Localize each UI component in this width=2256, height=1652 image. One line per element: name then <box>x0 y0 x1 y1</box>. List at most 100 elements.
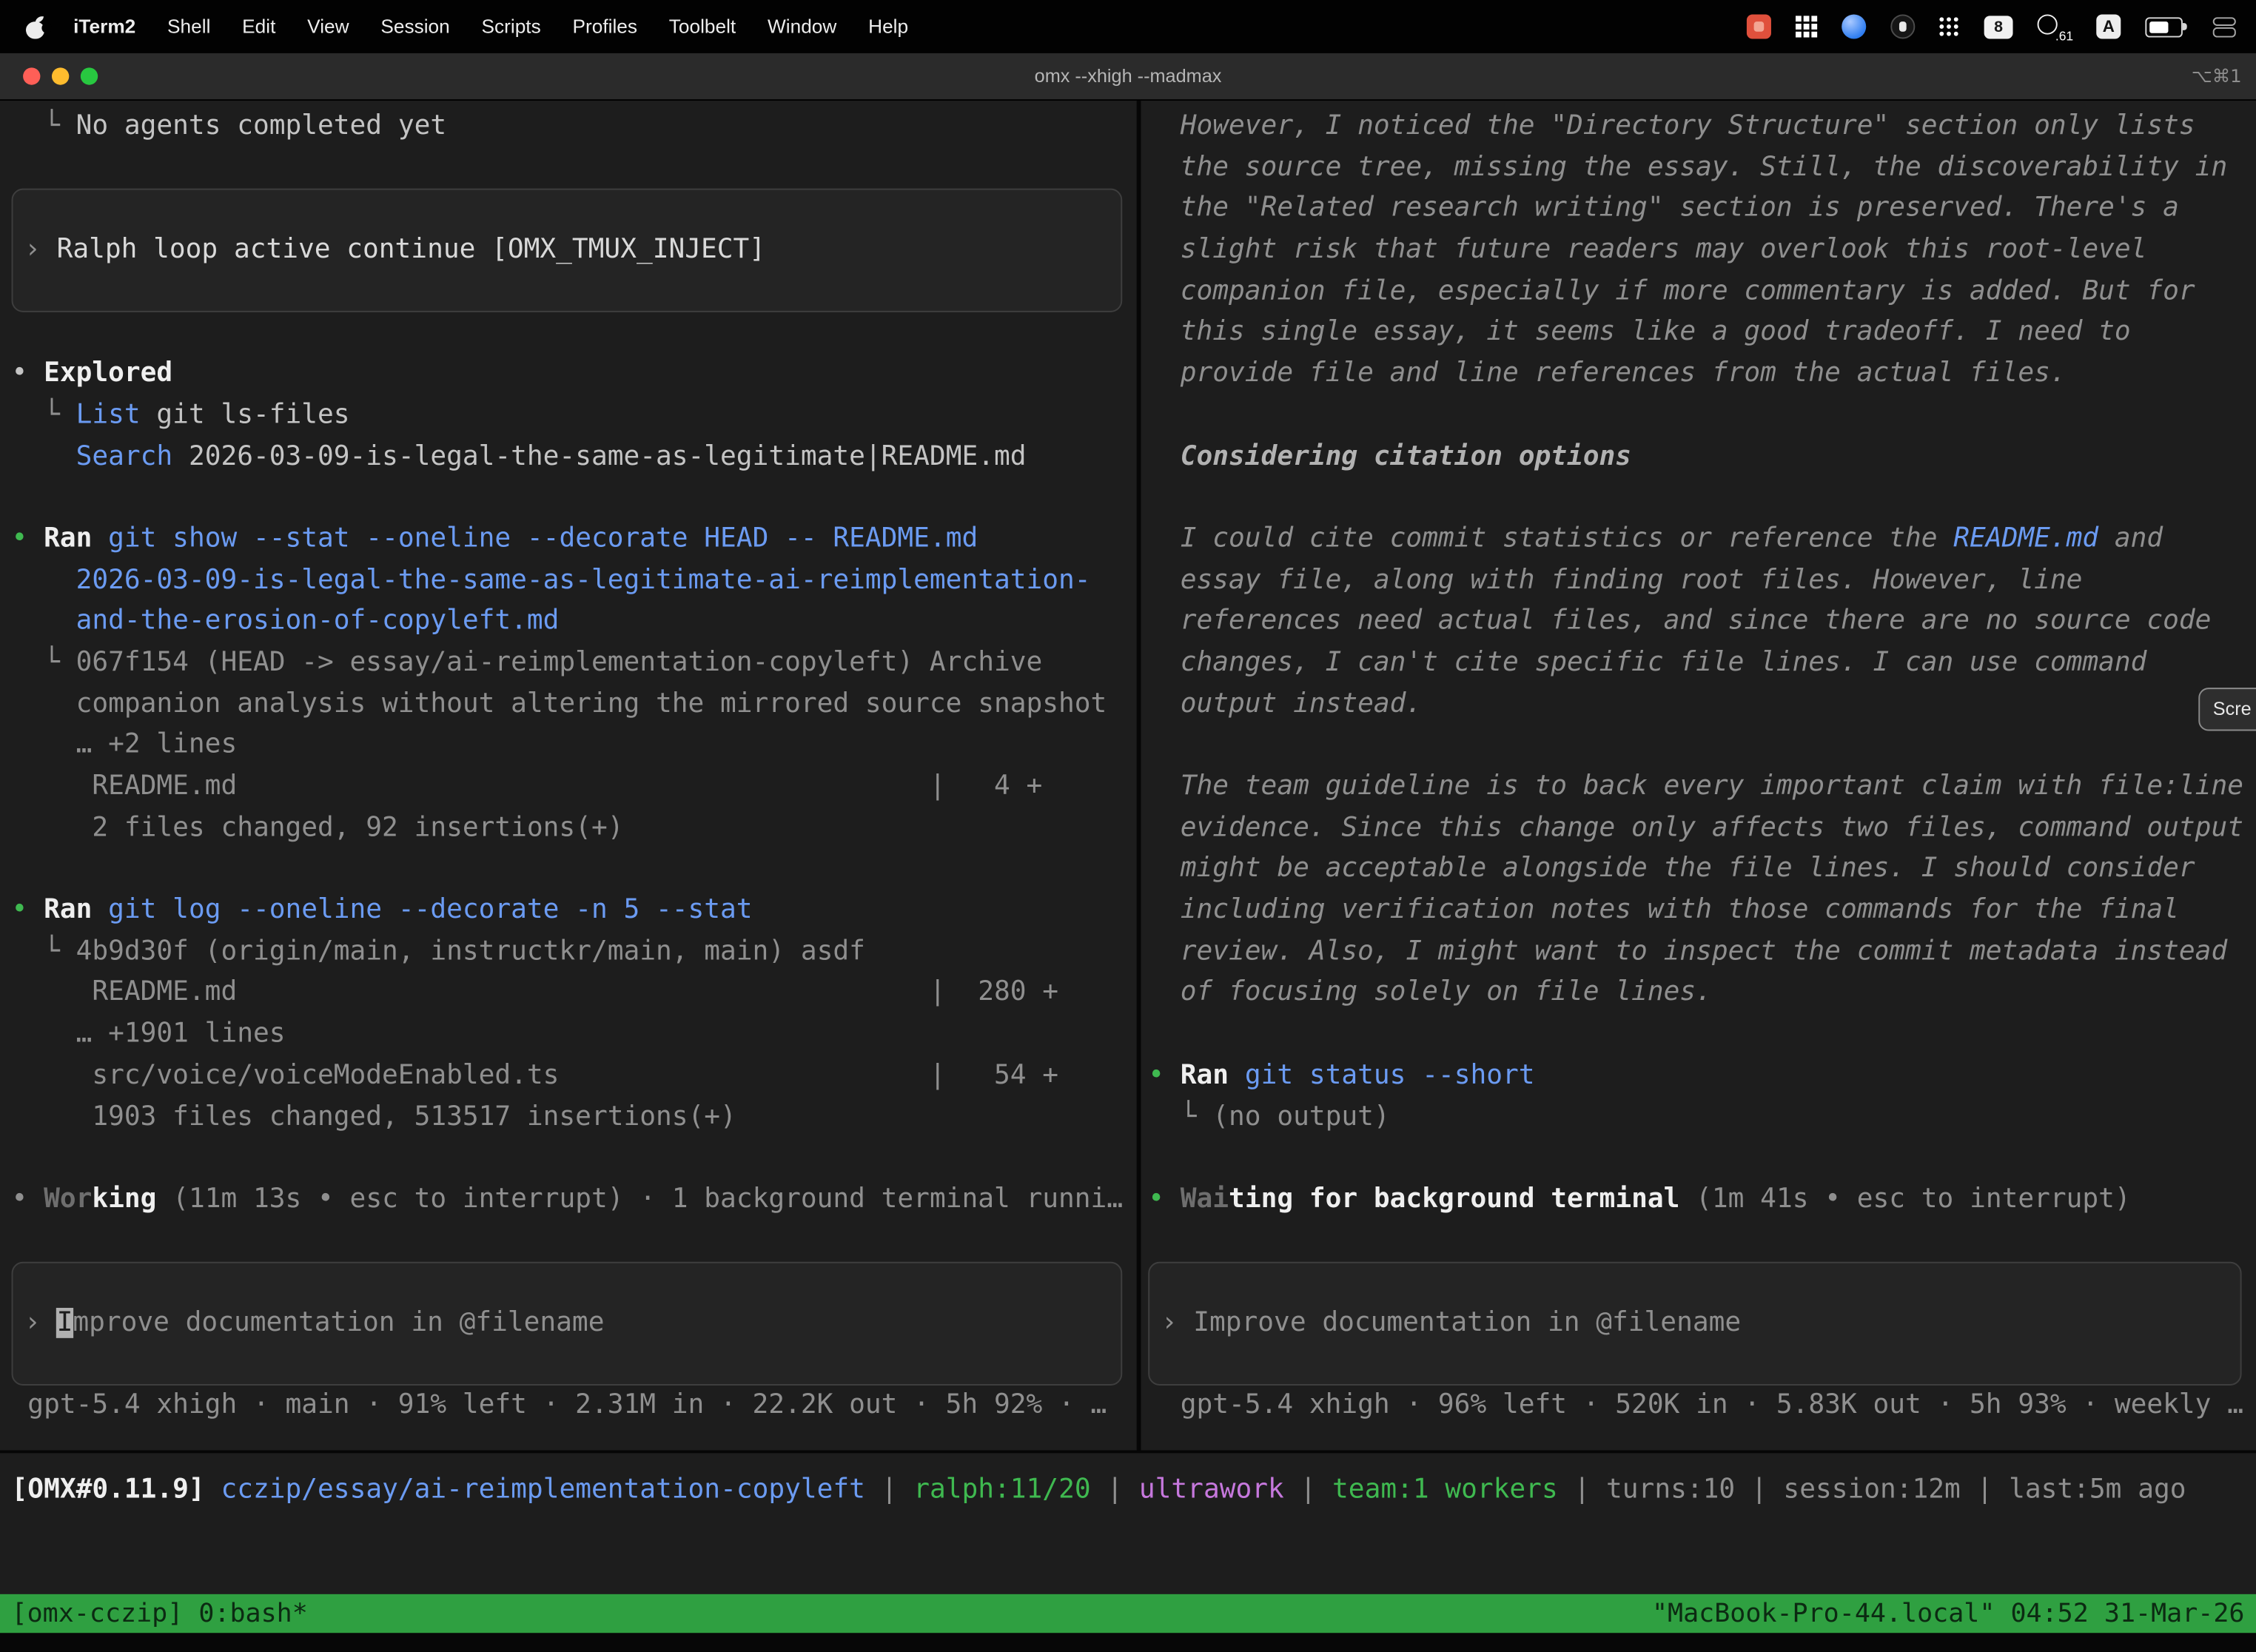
terminal-line: gpt-5.4 xhigh · 96% left · 520K in · 5.8… <box>1148 1386 2256 1428</box>
menu-item-session[interactable]: Session <box>365 16 466 37</box>
terminal-line: … +1901 lines <box>12 1015 1137 1056</box>
text-segment: | <box>1091 1474 1139 1505</box>
terminal-line: references need actual files, and since … <box>1148 602 2256 643</box>
menu-item-toolbelt[interactable]: Toolbelt <box>653 16 751 37</box>
bottom-strip <box>0 1633 2256 1651</box>
menu-item-app[interactable]: iTerm2 <box>58 16 152 37</box>
text-segment: might be acceptable alongside the file l… <box>1148 853 2195 884</box>
menu-item-view[interactable]: View <box>292 16 365 37</box>
text-segment: the source tree, missing the essay. Stil… <box>1148 152 2227 182</box>
text-segment: git show --stat --oneline --decorate HEA… <box>92 523 978 554</box>
terminal-line <box>12 1221 1137 1263</box>
text-segment: 2 files changed, 92 insertions(+) <box>12 813 624 843</box>
terminal-line: However, I noticed the "Directory Struct… <box>1148 107 2256 148</box>
terminal-line: changes, I can't cite specific file line… <box>1148 643 2256 685</box>
dark-app-icon[interactable] <box>1890 14 1915 38</box>
terminal-line: › Improve documentation in @filename <box>24 1303 604 1345</box>
text-segment: Explored <box>44 358 172 389</box>
text-segment: evidence. Since this change only affects… <box>1148 813 2243 843</box>
terminal-line: └ 4b9d30f (origin/main, instructkr/main,… <box>12 932 1137 973</box>
text-segment: • <box>12 1184 44 1215</box>
terminal-line: slight risk that future readers may over… <box>1148 230 2256 272</box>
text-segment: src/voice/voiceModeEnabled.ts | 54 + <box>12 1060 1058 1090</box>
terminal-line: this single essay, it seems like a good … <box>1148 313 2256 355</box>
input-source-icon[interactable]: A <box>2096 14 2121 38</box>
menu-item-help[interactable]: Help <box>853 16 924 37</box>
window-title: omx --xhigh --madmax <box>0 53 2256 99</box>
terminal-line: the source tree, missing the essay. Stil… <box>1148 148 2256 189</box>
menu-item-profiles[interactable]: Profiles <box>557 16 653 37</box>
terminal-line: Search 2026-03-09-is-legal-the-same-as-l… <box>12 437 1137 478</box>
text-segment: of focusing solely on file lines. <box>1148 978 1712 1008</box>
menu-item-scripts[interactable]: Scripts <box>466 16 557 37</box>
text-segment: | <box>1735 1474 1783 1505</box>
terminal-area: └ No agents completed yet› Ralph loop ac… <box>0 101 2256 1652</box>
blue-app-icon[interactable] <box>1842 14 1866 38</box>
text-segment: The team guideline is to back every impo… <box>1148 771 2243 802</box>
text-segment: including verification notes with those … <box>1148 895 2179 925</box>
text-segment: review. Also, I might want to inspect th… <box>1148 936 2227 967</box>
terminal-line: 1903 files changed, 513517 insertions(+) <box>12 1097 1137 1138</box>
apple-menu-icon[interactable] <box>26 15 46 38</box>
text-segment: git log --oneline --decorate -n 5 --stat <box>92 895 752 925</box>
text-segment: session:12m <box>1783 1474 1960 1505</box>
text-segment: › Improve documentation in @filename <box>1161 1308 1741 1338</box>
dots-grid-icon[interactable] <box>1939 16 1959 36</box>
text-segment: ultrawork <box>1139 1474 1284 1505</box>
terminal-line: › Improve documentation in @filename <box>1161 1303 1741 1345</box>
gauge-icon[interactable]: .61 <box>2038 13 2072 40</box>
screenshot-toast[interactable]: Scre <box>2198 688 2256 731</box>
terminal-line <box>12 850 1137 891</box>
terminal-line: I could cite commit statistics or refere… <box>1148 520 2256 561</box>
menu-item-shell[interactable]: Shell <box>152 16 226 37</box>
terminal-line: companion analysis without altering the … <box>12 685 1137 726</box>
terminal-line: 2026-03-09-is-legal-the-same-as-legitima… <box>12 560 1137 602</box>
text-segment: gpt-5.4 xhigh · 96% left · 520K in · 5.8… <box>1148 1390 2243 1420</box>
text-segment: README.md | 280 + <box>12 978 1058 1008</box>
prompt-input-box[interactable]: › Improve documentation in @filename <box>1148 1262 2241 1386</box>
text-segment: › <box>24 1308 57 1338</box>
text-segment <box>205 1474 221 1505</box>
text-segment: └ 067f154 (HEAD -> essay/ai-reimplementa… <box>12 648 1043 678</box>
text-segment: Ran <box>44 895 92 925</box>
menu-item-window[interactable]: Window <box>752 16 853 37</box>
menu-bar-status-icons: 8 .61 A <box>1747 13 2236 40</box>
screen: iTerm2 Shell Edit View Session Scripts P… <box>0 0 2256 1652</box>
text-segment: 2026-03-09-is-legal-the-same-as-legitima… <box>172 441 1026 471</box>
recording-indicator-icon[interactable] <box>1747 14 1771 38</box>
grid-icon[interactable] <box>1796 16 1817 37</box>
text-segment: └ <box>12 400 76 430</box>
terminal-line <box>12 478 1137 520</box>
control-center-icon[interactable] <box>2213 16 2236 36</box>
terminal-line: provide file and line references from th… <box>1148 354 2256 395</box>
tmux-session-window[interactable]: [omx-cczip] 0:bash* <box>12 1594 308 1633</box>
terminal-line: review. Also, I might want to inspect th… <box>1148 932 2256 973</box>
text-segment: | <box>1284 1474 1332 1505</box>
text-segment: › <box>24 235 57 265</box>
terminal-line: • Ran git status --short <box>1148 1055 2256 1097</box>
terminal-line: companion file, especially if more comme… <box>1148 272 2256 313</box>
prompt-input-box[interactable]: › Improve documentation in @filename <box>12 1262 1123 1386</box>
terminal-line: including verification notes with those … <box>1148 890 2256 932</box>
terminal-line <box>12 148 1137 189</box>
right-terminal-pane[interactable]: However, I noticed the "Directory Struct… <box>1141 101 2256 1450</box>
tmux-host-clock: "MacBook-Pro-44.local" 04:52 31-Mar-26 <box>1652 1594 2245 1633</box>
text-segment: companion analysis without altering the … <box>12 688 1107 719</box>
terminal-line <box>1148 725 2256 767</box>
omx-status-line: [OMX#0.11.9] cczip/essay/ai-reimplementa… <box>12 1471 2256 1512</box>
battery-icon[interactable] <box>2145 17 2188 36</box>
phone-8-icon[interactable]: 8 <box>1984 15 2013 38</box>
terminal-line: The team guideline is to back every impo… <box>1148 767 2256 808</box>
text-segment: However, I noticed the "Directory Struct… <box>1148 111 2195 141</box>
text-segment: and-the-erosion-of-copyleft.md <box>12 606 560 637</box>
menu-item-edit[interactable]: Edit <box>226 16 292 37</box>
terminal-line: might be acceptable alongside the file l… <box>1148 850 2256 891</box>
text-segment <box>12 441 76 471</box>
text-segment: Wor <box>44 1184 92 1215</box>
terminal-line: └ No agents completed yet <box>12 107 1137 148</box>
text-segment: • <box>12 523 44 554</box>
left-terminal-pane[interactable]: └ No agents completed yet› Ralph loop ac… <box>0 101 1137 1450</box>
terminal-line: • Ran git show --stat --oneline --decora… <box>12 520 1137 561</box>
terminal-line: Considering citation options <box>1148 437 2256 478</box>
text-segment: • <box>12 358 44 389</box>
